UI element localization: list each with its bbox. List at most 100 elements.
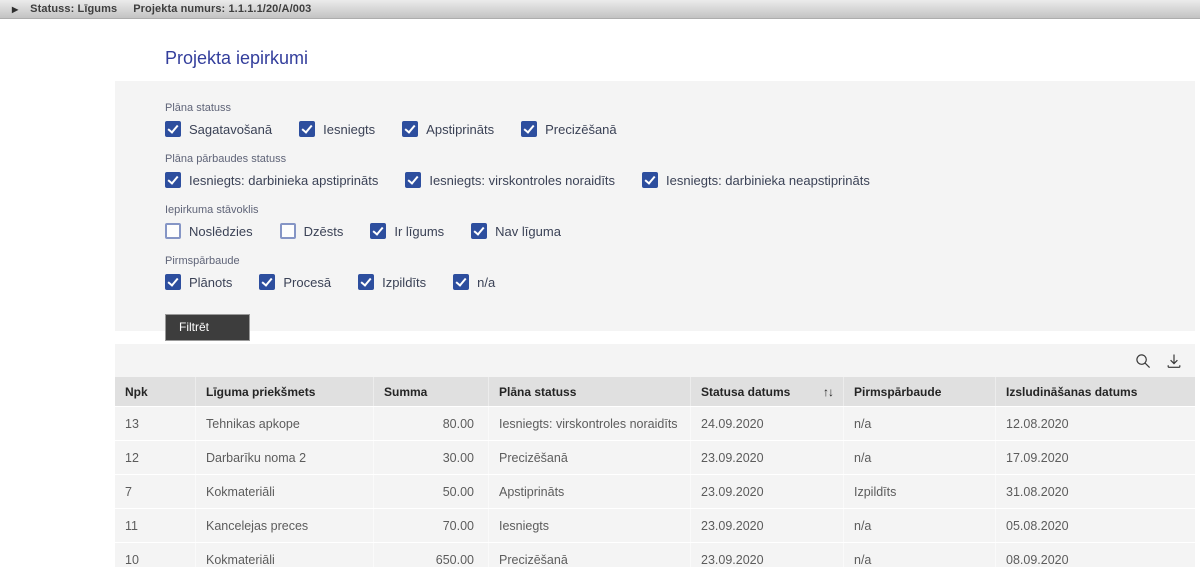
table-cell: n/a: [843, 441, 995, 474]
table-cell: Darbarīku noma 2: [195, 441, 373, 474]
table-cell: Izpildīts: [843, 475, 995, 508]
table-row[interactable]: 13Tehnikas apkope80.00Iesniegts: virskon…: [115, 406, 1195, 440]
filter-group-label: Plāna pārbaudes statuss: [165, 153, 1145, 165]
column-header-label: Npk: [125, 385, 148, 399]
checkbox-icon[interactable]: [165, 172, 181, 188]
sort-arrows-icon[interactable]: ↑↓: [823, 385, 833, 399]
checkbox-izpildits[interactable]: Izpildīts: [358, 274, 426, 290]
table-cell: 17.09.2020: [995, 441, 1195, 474]
checkbox-iesniegts[interactable]: Iesniegts: [299, 121, 375, 137]
checkbox-apstiprinats[interactable]: Apstiprināts: [402, 121, 494, 137]
filter-groups: Plāna statuss Sagatavošanā Iesniegts Apstip…: [165, 102, 1145, 290]
filter-group-label: Pirmspārbaude: [165, 255, 1145, 267]
filter-button[interactable]: Filtrēt: [165, 314, 250, 341]
table-toolbar: [115, 344, 1195, 377]
column-header-npk[interactable]: Npk: [115, 377, 195, 406]
checkbox-row: Noslēdzies Dzēsts Ir līgums Nav līguma: [165, 223, 1145, 239]
table-cell: n/a: [843, 509, 995, 542]
checkbox-label: Precizēšanā: [545, 122, 617, 137]
checkbox-sagatavosana[interactable]: Sagatavošanā: [165, 121, 272, 137]
filter-group: Iepirkuma stāvoklis Noslēdzies Dzēsts Ir lī…: [165, 204, 1145, 239]
expander-triangle-icon[interactable]: ▶: [12, 5, 18, 14]
checkbox-dzests[interactable]: Dzēsts: [280, 223, 344, 239]
checkbox-row: Iesniegts: darbinieka apstiprināts Iesnie…: [165, 172, 1145, 188]
checkbox-iesniegts-virskontroles-noraidits[interactable]: Iesniegts: virskontroles noraidīts: [405, 172, 615, 188]
table-cell: 05.08.2020: [995, 509, 1195, 542]
table-cell: 70.00: [373, 509, 488, 542]
filter-panel: Plāna statuss Sagatavošanā Iesniegts Apstip…: [115, 81, 1195, 331]
download-icon[interactable]: [1166, 353, 1182, 369]
checkbox-label: Izpildīts: [382, 275, 426, 290]
table-cell: Iesniegts: virskontroles noraidīts: [488, 407, 690, 440]
checkbox-label: n/a: [477, 275, 495, 290]
checkbox-icon[interactable]: [370, 223, 386, 239]
table-cell: 7: [115, 475, 195, 508]
column-header-statusa-datums[interactable]: Statusa datums↑↓: [690, 377, 843, 406]
table-cell: Kokmateriāli: [195, 543, 373, 567]
checkbox-label: Iesniegts: darbinieka apstiprināts: [189, 173, 378, 188]
table-cell: 24.09.2020: [690, 407, 843, 440]
table-row[interactable]: 11Kancelejas preces70.00Iesniegts23.09.2…: [115, 508, 1195, 542]
filter-group: Plāna pārbaudes statuss Iesniegts: darbin…: [165, 153, 1145, 188]
checkbox-iesniegts-darbinieka-neapstiprinats[interactable]: Iesniegts: darbinieka neapstiprināts: [642, 172, 870, 188]
checkbox-precizesana[interactable]: Precizēšanā: [521, 121, 617, 137]
table-cell: 23.09.2020: [690, 441, 843, 474]
column-header-liguma-prieksmets[interactable]: Līguma priekšmets: [195, 377, 373, 406]
table-row[interactable]: 10Kokmateriāli650.00Precizēšanā23.09.202…: [115, 542, 1195, 567]
checkbox-icon[interactable]: [280, 223, 296, 239]
table-cell: 23.09.2020: [690, 543, 843, 567]
checkbox-icon[interactable]: [642, 172, 658, 188]
table-cell: 11: [115, 509, 195, 542]
checkbox-nav-liguma[interactable]: Nav līguma: [471, 223, 561, 239]
table-cell: 30.00: [373, 441, 488, 474]
filter-group-label: Iepirkuma stāvoklis: [165, 204, 1145, 216]
table-row[interactable]: 12Darbarīku noma 230.00Precizēšanā23.09.…: [115, 440, 1195, 474]
project-number-label: Projekta numurs: 1.1.1.1/20/A/003: [133, 3, 311, 15]
checkbox-label: Iesniegts: darbinieka neapstiprināts: [666, 173, 870, 188]
checkbox-ir-ligums[interactable]: Ir līgums: [370, 223, 444, 239]
column-header-pirmsparbaude[interactable]: Pirmspārbaude: [843, 377, 995, 406]
checkbox-icon[interactable]: [259, 274, 275, 290]
checkbox-icon[interactable]: [165, 274, 181, 290]
checkbox-label: Plānots: [189, 275, 232, 290]
checkbox-iesniegts-darbinieka-apstiprinats[interactable]: Iesniegts: darbinieka apstiprināts: [165, 172, 378, 188]
checkbox-icon[interactable]: [299, 121, 315, 137]
column-header-label: Izsludināšanas datums: [1006, 385, 1137, 399]
checkbox-n-a[interactable]: n/a: [453, 274, 495, 290]
table-row[interactable]: 7Kokmateriāli50.00Apstiprināts23.09.2020…: [115, 474, 1195, 508]
column-header-izsludinasanas-datums[interactable]: Izsludināšanas datums: [995, 377, 1195, 406]
column-header-plana-statuss[interactable]: Plāna statuss: [488, 377, 690, 406]
checkbox-procesa[interactable]: Procesā: [259, 274, 331, 290]
main-content: Projekta iepirkumi Plāna statussSagatavo…: [115, 48, 1195, 567]
filter-group-label: Plāna statuss: [165, 102, 1145, 114]
checkbox-label: Procesā: [283, 275, 331, 290]
table-cell: 12.08.2020: [995, 407, 1195, 440]
checkbox-label: Nav līguma: [495, 224, 561, 239]
checkbox-icon[interactable]: [165, 223, 181, 239]
checkbox-row: Plānots Procesā Izpildīts n/a: [165, 274, 1145, 290]
table-cell: 10: [115, 543, 195, 567]
table-cell: 13: [115, 407, 195, 440]
checkbox-label: Dzēsts: [304, 224, 344, 239]
checkbox-planots[interactable]: Plānots: [165, 274, 232, 290]
table-cell: 12: [115, 441, 195, 474]
checkbox-icon[interactable]: [402, 121, 418, 137]
table-cell: 50.00: [373, 475, 488, 508]
checkbox-icon[interactable]: [165, 121, 181, 137]
checkbox-nosledzies[interactable]: Noslēdzies: [165, 223, 253, 239]
checkbox-label: Sagatavošanā: [189, 122, 272, 137]
checkbox-label: Ir līgums: [394, 224, 444, 239]
column-header-summa[interactable]: Summa: [373, 377, 488, 406]
checkbox-icon[interactable]: [471, 223, 487, 239]
checkbox-icon[interactable]: [453, 274, 469, 290]
checkbox-icon[interactable]: [521, 121, 537, 137]
table-cell: Apstiprināts: [488, 475, 690, 508]
checkbox-icon[interactable]: [358, 274, 374, 290]
search-icon[interactable]: [1135, 353, 1151, 369]
table-body: 13Tehnikas apkope80.00Iesniegts: virskon…: [115, 406, 1195, 567]
table-header-row: Npk Līguma priekšmetsSummaPlāna statussSt…: [115, 377, 1195, 406]
checkbox-icon[interactable]: [405, 172, 421, 188]
table-cell: 23.09.2020: [690, 475, 843, 508]
table-cell: Precizēšanā: [488, 543, 690, 567]
table-cell: 31.08.2020: [995, 475, 1195, 508]
